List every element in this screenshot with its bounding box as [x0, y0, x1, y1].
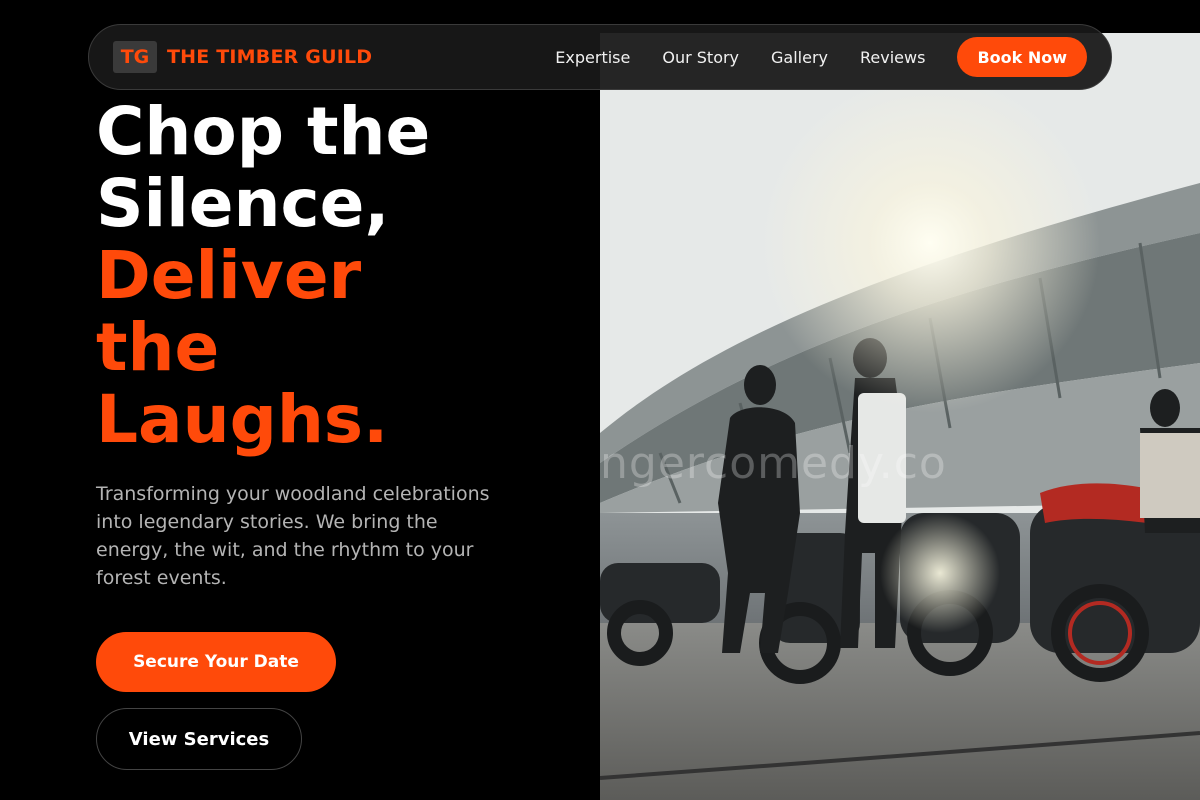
nav-links: Expertise Our Story Gallery Reviews Book…: [555, 37, 1087, 77]
landing-page: ngercomedy.co TG THE TIMBER GUILD Expert…: [0, 0, 1200, 800]
hero-description: Transforming your woodland celebrations …: [96, 483, 490, 589]
nav-link-gallery[interactable]: Gallery: [771, 48, 828, 67]
nav-link-reviews[interactable]: Reviews: [860, 48, 925, 67]
book-now-button[interactable]: Book Now: [957, 37, 1087, 77]
view-services-button[interactable]: View Services: [96, 708, 302, 770]
top-navbar: TG THE TIMBER GUILD Expertise Our Story …: [88, 24, 1112, 90]
headline-line-4: the: [96, 309, 220, 386]
headline-line-1: Chop the: [96, 93, 431, 170]
brand-logo[interactable]: TG THE TIMBER GUILD: [113, 41, 372, 73]
secure-your-date-button[interactable]: Secure Your Date: [96, 632, 336, 692]
hero-photo: ngercomedy.co: [600, 33, 1200, 800]
brand-badge: TG: [113, 41, 157, 73]
hero-headline: Chop the Silence, Deliver the Laughs.: [96, 96, 576, 456]
nav-link-our-story[interactable]: Our Story: [662, 48, 739, 67]
image-watermark: ngercomedy.co: [600, 438, 947, 489]
brand-name: THE TIMBER GUILD: [167, 46, 373, 68]
headline-line-3: Deliver: [96, 237, 362, 314]
nav-link-expertise[interactable]: Expertise: [555, 48, 630, 67]
headline-line-2: Silence,: [96, 165, 390, 242]
headline-line-5: Laughs.: [96, 381, 389, 458]
